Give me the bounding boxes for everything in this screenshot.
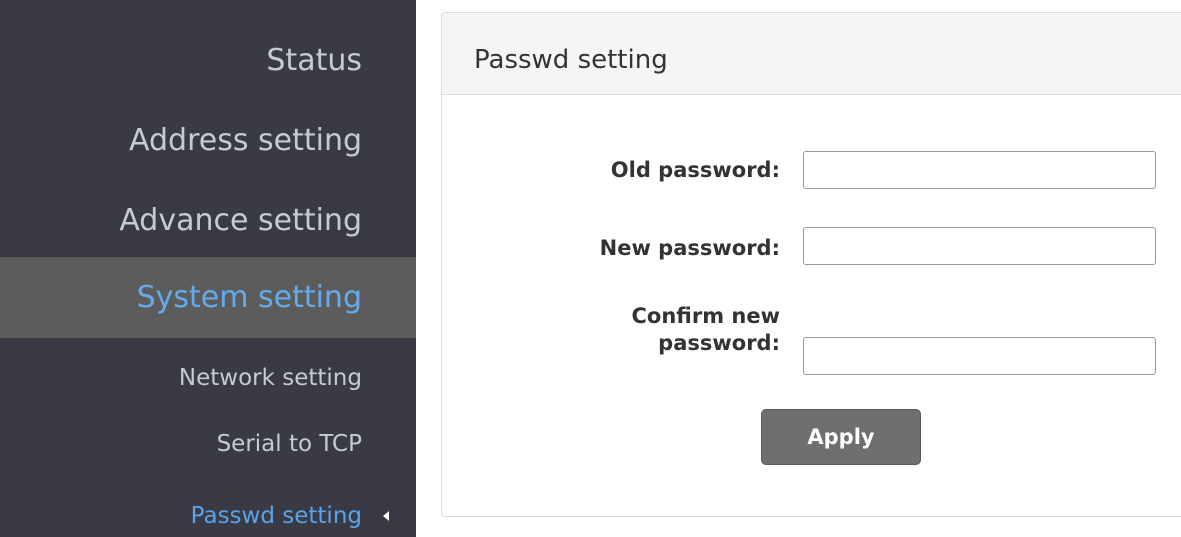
sidebar-item-label: Advance setting (119, 203, 362, 238)
sidebar-item-label: Network setting (178, 365, 362, 391)
confirm-password-label-line2: password: (658, 331, 780, 355)
sidebar-item-address-setting[interactable]: Address setting (0, 116, 416, 166)
panel-header: Passwd setting (442, 13, 1181, 95)
sidebar-subitem-serial-to-tcp[interactable]: Serial to TCP (0, 424, 416, 464)
sidebar-item-system-setting[interactable]: System setting (0, 257, 416, 338)
confirm-password-input[interactable] (803, 337, 1156, 375)
new-password-input[interactable] (803, 227, 1156, 265)
confirm-password-label-line1: Confirm new (631, 304, 781, 328)
sidebar-item-label: Address setting (128, 123, 362, 158)
old-password-input[interactable] (803, 151, 1156, 189)
sidebar-subitem-network-setting[interactable]: Network setting (0, 358, 416, 398)
confirm-password-label: Confirm new password: (442, 303, 781, 357)
sidebar-item-label: System setting (136, 280, 362, 315)
sidebar-nav: Status Address setting Advance setting S… (0, 0, 416, 537)
old-password-label: Old password: (610, 158, 780, 182)
sidebar-item-label: Passwd setting (190, 503, 362, 529)
sidebar-item-advance-setting[interactable]: Advance setting (0, 196, 416, 246)
new-password-label: New password: (599, 236, 780, 260)
caret-left-icon (383, 511, 389, 521)
sidebar-item-status[interactable]: Status (0, 36, 416, 86)
sidebar-item-label: Serial to TCP (216, 431, 362, 457)
sidebar-item-label: Status (266, 43, 362, 78)
sidebar-subitem-passwd-setting[interactable]: Passwd setting (0, 496, 416, 536)
apply-button[interactable]: Apply (761, 409, 921, 465)
passwd-setting-panel: Passwd setting Old password: New passwor… (441, 12, 1181, 517)
panel-title: Passwd setting (474, 45, 668, 75)
